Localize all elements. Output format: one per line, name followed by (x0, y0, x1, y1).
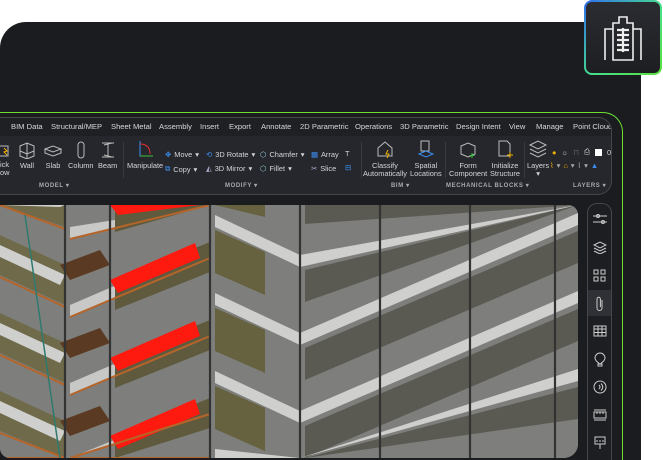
grid-icon (593, 269, 606, 281)
initialize-structure-button[interactable]: Initialize Structure (490, 139, 520, 178)
paint-panel-button[interactable] (588, 430, 611, 456)
table-icon (593, 325, 606, 337)
tab-structural-mep[interactable]: Structural/MEP (51, 122, 102, 131)
ribbon: BIM Data Structural/MEP Sheet Metal Asse… (0, 117, 612, 195)
3d-viewport[interactable] (0, 205, 578, 458)
slab-icon (44, 145, 62, 157)
group-bim[interactable]: BIM ▾ (391, 182, 410, 189)
rotate-icon: ⟲ (206, 150, 213, 159)
tab-sheet-metal[interactable]: Sheet Metal (111, 122, 152, 131)
layer-state-icon: ⌇ (550, 161, 554, 170)
group-model[interactable]: MODEL ▾ (39, 182, 69, 189)
3d-rotate-button[interactable]: ⟲ 3D Rotate ▾ (206, 150, 255, 159)
wall-icon (19, 142, 35, 159)
move-icon: ✥ (165, 150, 172, 159)
building-icon (604, 15, 642, 61)
chamfer-button[interactable]: ⬡ Chamfer ▾ (260, 150, 305, 159)
tab-export[interactable]: Export (229, 122, 251, 131)
blocks-panel-button[interactable] (588, 262, 611, 288)
scaffold-model (0, 205, 578, 458)
bulb-icon: ● (552, 147, 557, 157)
array-button[interactable]: ▦ Array (311, 150, 339, 159)
fillet-icon: ⬡ (260, 164, 267, 173)
sun-icon: ☼ (561, 147, 569, 157)
text-tool-button[interactable]: T (345, 149, 350, 158)
column-icon (77, 141, 85, 159)
ribbon-tabs: BIM Data Structural/MEP Sheet Metal Asse… (0, 118, 611, 136)
tab-insert[interactable]: Insert (200, 122, 219, 131)
manipulate-button[interactable]: Manipulate (127, 139, 163, 170)
layers-panel-button[interactable] (588, 234, 611, 260)
tab-manage[interactable]: Manage (536, 122, 563, 131)
layers-icon (592, 240, 607, 254)
paperclip-icon (596, 296, 602, 311)
manipulate-icon (139, 141, 154, 157)
text-icon: T (345, 149, 350, 158)
group-mechanical-blocks[interactable]: MECHANICAL BLOCKS ▾ (446, 182, 529, 189)
copy-button[interactable]: ⧉ Copy ▾ (165, 164, 197, 174)
layers-stack-icon (528, 140, 548, 158)
tab-operations[interactable]: Operations (355, 122, 392, 131)
spatial-icon (417, 140, 435, 158)
chamfer-icon: ⬡ (260, 150, 267, 159)
form-component-button[interactable]: Form Component (449, 139, 487, 178)
layer-controls[interactable]: ● ☼ ⊓ ⎙ 0 (552, 147, 611, 157)
component-icon (460, 142, 476, 158)
attachments-panel-button[interactable] (588, 290, 611, 316)
beam-button[interactable]: Beam (98, 141, 117, 170)
printer-icon: ⎙ (584, 147, 590, 156)
balloon-icon (593, 351, 606, 366)
group-modify[interactable]: MODIFY ▾ (225, 182, 258, 189)
house-icon (377, 141, 393, 159)
ruler-icon (593, 409, 606, 421)
section-icon: ⊟ (345, 163, 352, 172)
layers-button[interactable]: Layers ▾ (527, 139, 549, 178)
signal-icon (593, 380, 606, 394)
layer-name: 0 (606, 147, 612, 157)
copy-icon: ⧉ (165, 164, 171, 173)
fillet-button[interactable]: ⬡ Fillet ▾ (260, 164, 292, 173)
layer-iso-icon: ⌇ (577, 161, 582, 170)
spatial-locations-button[interactable]: Spatial Locations (410, 139, 442, 178)
quick-draw-icon (0, 145, 9, 157)
tab-view[interactable]: View (509, 122, 525, 131)
sliders-icon (592, 214, 607, 224)
app-badge (584, 0, 662, 75)
lock-icon: ⊓ (573, 147, 580, 157)
layer-lock-icon: ⌂ (563, 161, 568, 170)
layer-more-icon: ▲ (590, 161, 599, 170)
tab-annotate[interactable]: Annotate (261, 122, 291, 131)
tab-bim-data[interactable]: BIM Data (11, 122, 43, 131)
right-toolbar (587, 203, 612, 460)
balloon-panel-button[interactable] (588, 346, 611, 372)
beam-icon (101, 142, 114, 158)
signal-panel-button[interactable] (588, 374, 611, 400)
column-button[interactable]: Column (68, 141, 93, 170)
group-layers[interactable]: LAYERS ▾ (573, 182, 606, 189)
quick-draw-button[interactable]: ick ow (0, 144, 12, 177)
mirror-icon: ◭ (206, 164, 212, 173)
section-tool-button[interactable]: ⊟ (345, 163, 351, 172)
move-button[interactable]: ✥ Move ▾ (165, 150, 199, 159)
3d-mirror-button[interactable]: ◭ 3D Mirror ▾ (206, 164, 252, 173)
table-panel-button[interactable] (588, 318, 611, 344)
array-icon: ▦ (311, 150, 318, 159)
paint-icon (594, 436, 605, 449)
slice-icon: ✂ (311, 164, 318, 173)
structure-icon (498, 140, 513, 158)
tab-3d-parametric[interactable]: 3D Parametric (400, 122, 449, 131)
wall-button[interactable]: Wall (18, 141, 36, 170)
color-swatch[interactable] (594, 148, 602, 156)
tab-2d-parametric[interactable]: 2D Parametric (300, 122, 349, 131)
slice-button[interactable]: ✂ Slice (311, 164, 336, 173)
properties-button[interactable] (588, 206, 611, 232)
tab-assembly[interactable]: Assembly (159, 122, 192, 131)
ruler-panel-button[interactable] (588, 402, 611, 428)
classify-automatically-button[interactable]: Classify Automatically (363, 139, 407, 178)
layer-tools[interactable]: ⌇ ▾ ⌂ ▾ ⌇ ▾ ▲ (550, 161, 598, 170)
slab-button[interactable]: Slab (44, 141, 62, 170)
tab-design-intent[interactable]: Design Intent (456, 122, 501, 131)
tab-point-cloud[interactable]: Point Cloud (573, 122, 611, 131)
